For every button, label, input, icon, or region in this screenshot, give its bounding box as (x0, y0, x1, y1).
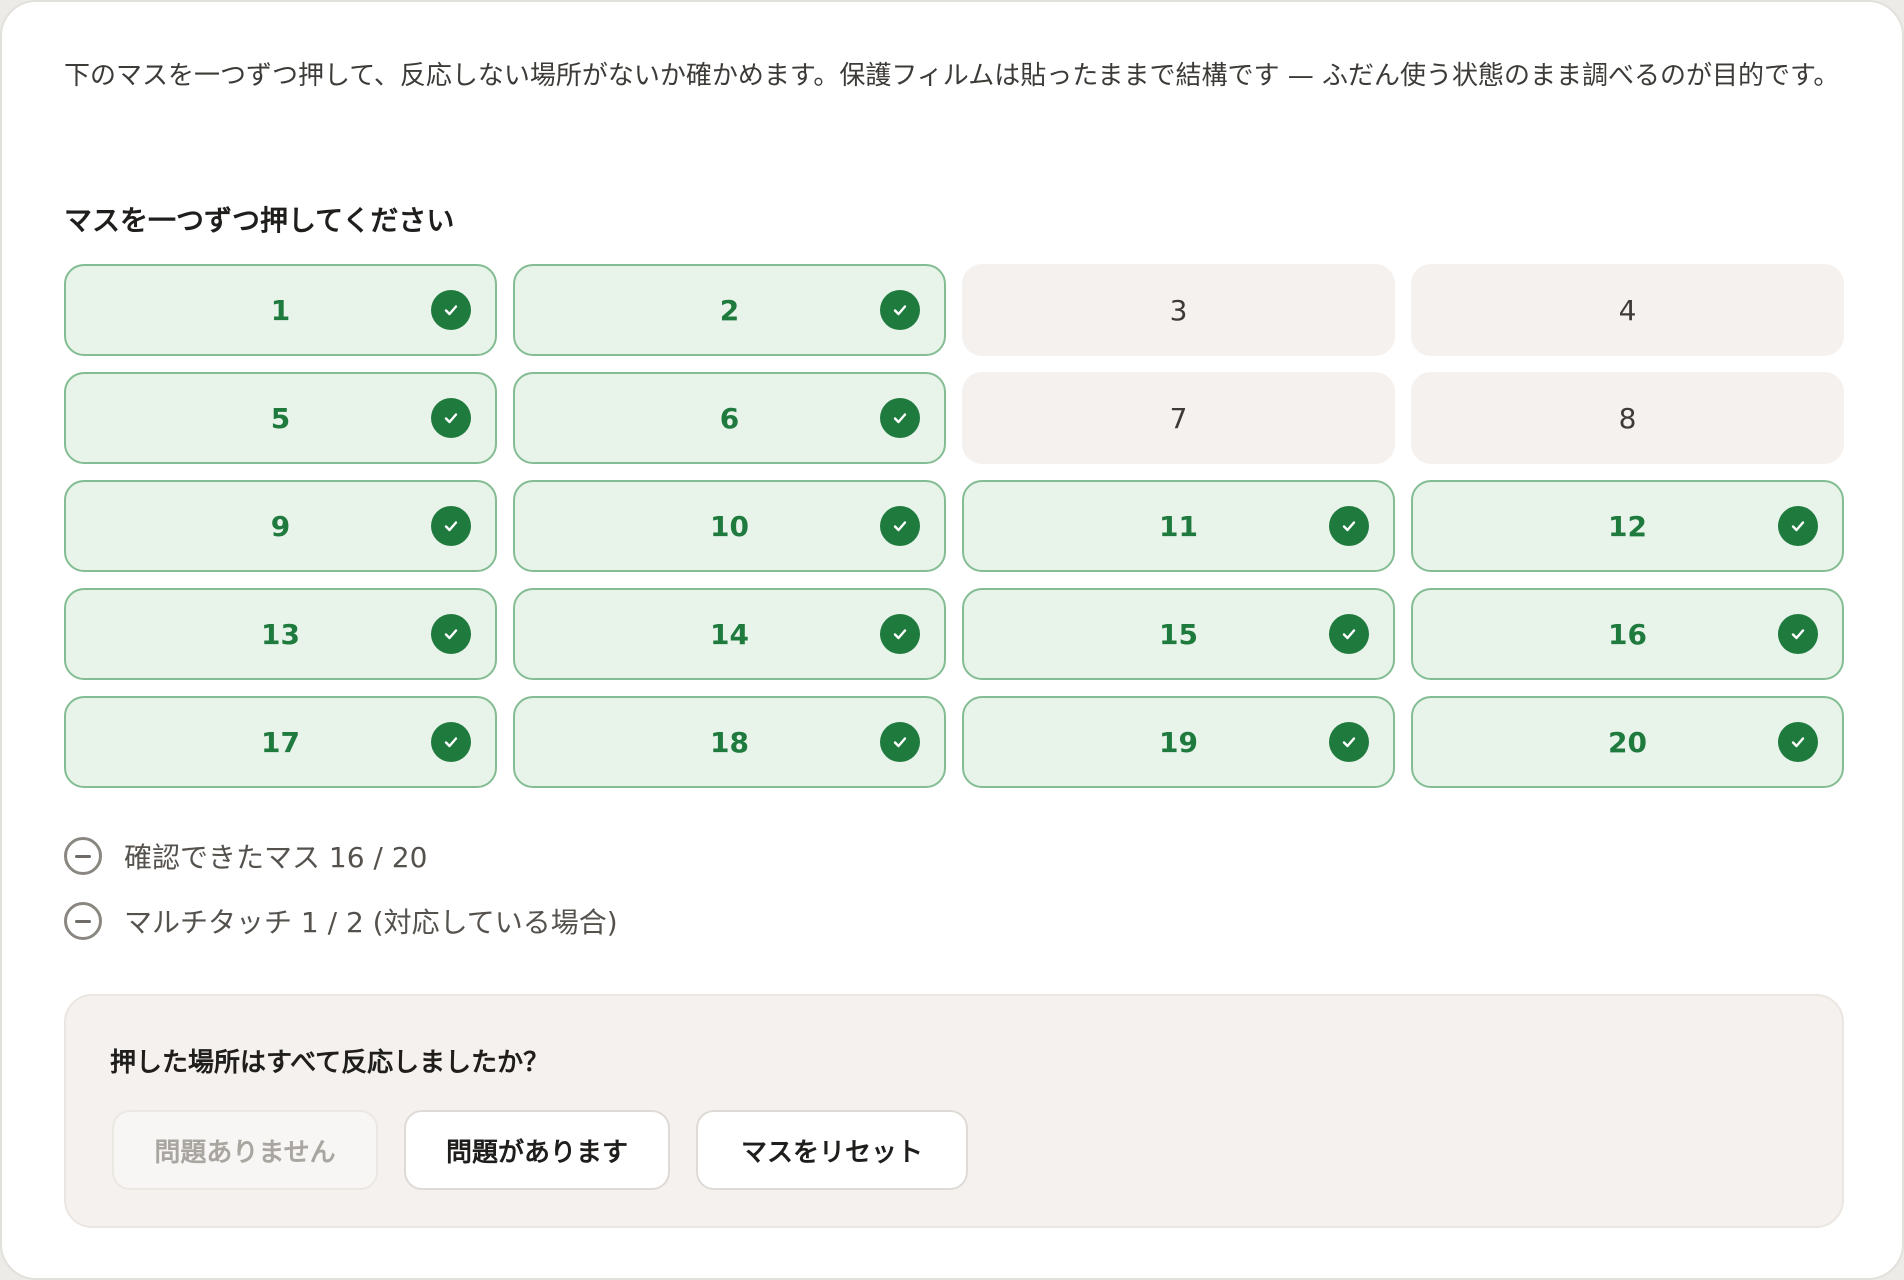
touch-tile[interactable]: 4 (1411, 264, 1844, 356)
checkmark-icon (1329, 614, 1369, 654)
checkmark-icon (431, 614, 471, 654)
minus-circle-icon (64, 837, 102, 875)
report-problem-button[interactable]: 問題があります (404, 1110, 670, 1190)
confirm-question: 押した場所はすべて反応しましたか？ (110, 1048, 550, 1078)
tile-number: 5 (270, 401, 291, 435)
tile-number: 18 (710, 725, 749, 759)
touch-tile[interactable]: 2 (513, 264, 946, 356)
tile-grid: 1 2 3 4 5 6 7 8 9 10 11 12 13 14 15 16 17 18 19 20 (64, 264, 1844, 788)
touch-tile[interactable]: 5 (64, 372, 497, 464)
checkmark-icon (1778, 614, 1818, 654)
tile-number: 2 (719, 293, 740, 327)
tile-number: 16 (1608, 617, 1647, 651)
checkmark-icon (880, 398, 920, 438)
checkmark-icon (1329, 506, 1369, 546)
checkmark-icon (880, 290, 920, 330)
status-tiles-confirmed: 確認できたマス 16 / 20 (64, 836, 427, 876)
tile-number: 6 (719, 401, 740, 435)
tile-number: 10 (710, 509, 749, 543)
tile-number: 7 (1169, 401, 1188, 435)
tile-number: 19 (1159, 725, 1198, 759)
checkmark-icon (1778, 506, 1818, 546)
checkmark-icon (431, 290, 471, 330)
tile-number: 3 (1169, 293, 1188, 327)
touch-tile[interactable]: 16 (1411, 588, 1844, 680)
touch-tile[interactable]: 20 (1411, 696, 1844, 788)
tile-number: 12 (1608, 509, 1647, 543)
checkmark-icon (1329, 722, 1369, 762)
confirm-panel: 押した場所はすべて反応しましたか？ 問題ありません 問題があります マスをリセッ… (64, 994, 1844, 1228)
touch-tile[interactable]: 9 (64, 480, 497, 572)
checkmark-icon (880, 506, 920, 546)
no-problem-button[interactable]: 問題ありません (112, 1110, 378, 1190)
checkmark-icon (880, 722, 920, 762)
touch-test-card: 下のマスを一つずつ押して、反応しない場所がないか確かめます。保護フィルムは貼った… (0, 0, 1904, 1280)
reset-tiles-button[interactable]: マスをリセット (696, 1110, 968, 1190)
tile-number: 17 (261, 725, 300, 759)
touch-tile[interactable]: 1 (64, 264, 497, 356)
minus-circle-icon (64, 902, 102, 940)
touch-tile[interactable]: 7 (962, 372, 1395, 464)
checkmark-icon (431, 722, 471, 762)
touch-tile[interactable]: 10 (513, 480, 946, 572)
tile-number: 9 (270, 509, 291, 543)
touch-tile[interactable]: 3 (962, 264, 1395, 356)
tile-number: 15 (1159, 617, 1198, 651)
tile-number: 8 (1618, 401, 1637, 435)
status-tiles-confirmed-text: 確認できたマス 16 / 20 (124, 841, 428, 874)
status-multitouch: マルチタッチ 1 / 2 (対応している場合) (64, 901, 618, 941)
touch-tile[interactable]: 19 (962, 696, 1395, 788)
checkmark-icon (431, 398, 471, 438)
touch-tile[interactable]: 11 (962, 480, 1395, 572)
checkmark-icon (1778, 722, 1818, 762)
tile-number: 11 (1159, 509, 1198, 543)
tile-number: 1 (270, 293, 291, 327)
grid-title: マスを一つずつ押してください (64, 204, 455, 237)
touch-tile[interactable]: 14 (513, 588, 946, 680)
touch-tile[interactable]: 12 (1411, 480, 1844, 572)
checkmark-icon (880, 614, 920, 654)
touch-tile[interactable]: 13 (64, 588, 497, 680)
touch-tile[interactable]: 8 (1411, 372, 1844, 464)
status-multitouch-text: マルチタッチ 1 / 2 (対応している場合) (124, 906, 618, 939)
tile-number: 20 (1608, 725, 1647, 759)
touch-tile[interactable]: 15 (962, 588, 1395, 680)
checkmark-icon (431, 506, 471, 546)
tile-number: 13 (261, 617, 300, 651)
tile-number: 4 (1618, 293, 1637, 327)
intro-text: 下のマスを一つずつ押して、反応しない場所がないか確かめます。保護フィルムは貼った… (64, 61, 1840, 91)
touch-tile[interactable]: 6 (513, 372, 946, 464)
tile-number: 14 (710, 617, 749, 651)
touch-tile[interactable]: 17 (64, 696, 497, 788)
touch-tile[interactable]: 18 (513, 696, 946, 788)
